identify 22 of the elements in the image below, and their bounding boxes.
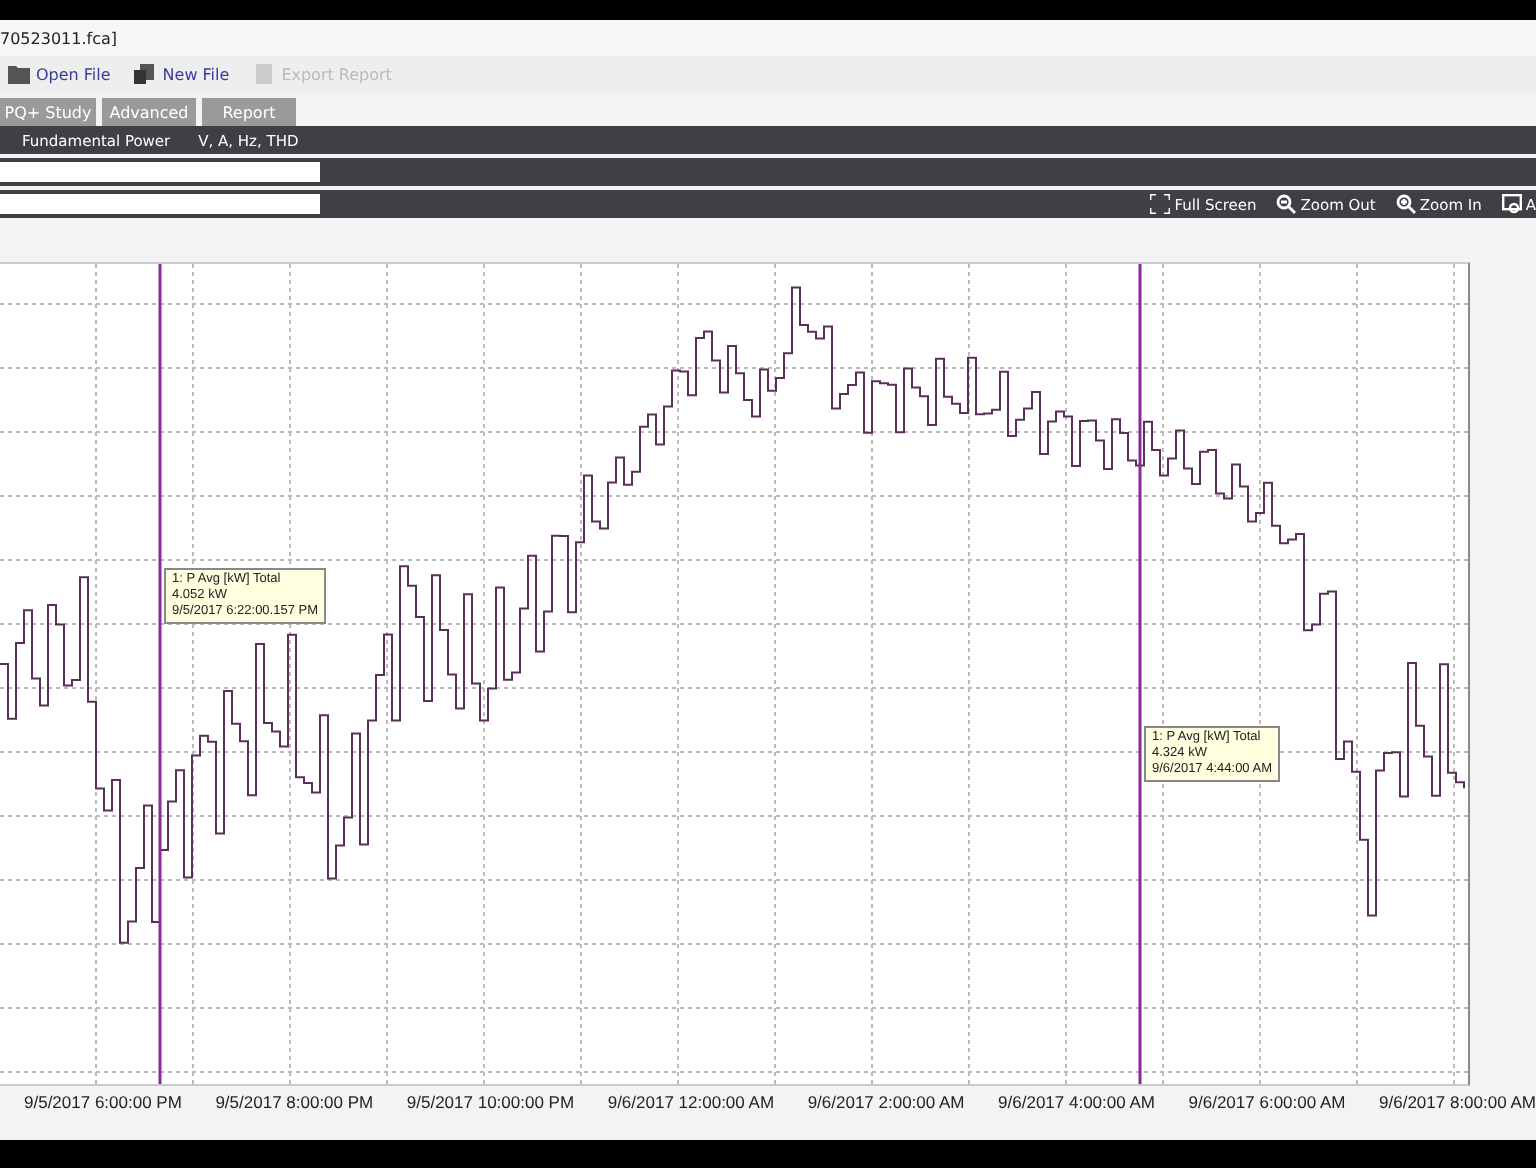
input-field[interactable] [0,162,320,182]
cursor-line[interactable] [158,264,162,1084]
axis-tick-label: 9/5/2017 6:00:00 PM [24,1092,182,1112]
fullscreen-icon [1150,194,1171,214]
axis-tick-label: 9/6/2017 2:00:00 AM [807,1092,965,1112]
folder-icon [8,64,30,84]
toolbar-button[interactable]: New File [130,64,234,84]
document-icon [134,64,157,84]
input-field[interactable] [0,194,320,214]
axis-tick-label: 9/6/2017 4:00:00 AM [998,1092,1155,1112]
axis-tick-label: 9/6/2017 8:00:00 AM [1379,1092,1536,1112]
cursor-line[interactable] [1138,264,1142,1084]
zoom-out-icon [1276,194,1297,214]
zoom-in-icon [1395,194,1416,214]
toolbar-button[interactable]: Open File [4,64,115,84]
axis-tick-label: 9/6/2017 12:00:00 AM [607,1092,775,1112]
axis-tick-label: 9/5/2017 10:00:00 PM [406,1092,575,1112]
window-icon [1501,194,1522,214]
report-icon [253,64,276,84]
axis-tick-label: 9/6/2017 6:00:00 AM [1188,1092,1346,1112]
axis-tick-label: 9/5/2017 8:00:00 PM [215,1092,374,1112]
window-title: 70523011.fca] [0,29,117,47]
